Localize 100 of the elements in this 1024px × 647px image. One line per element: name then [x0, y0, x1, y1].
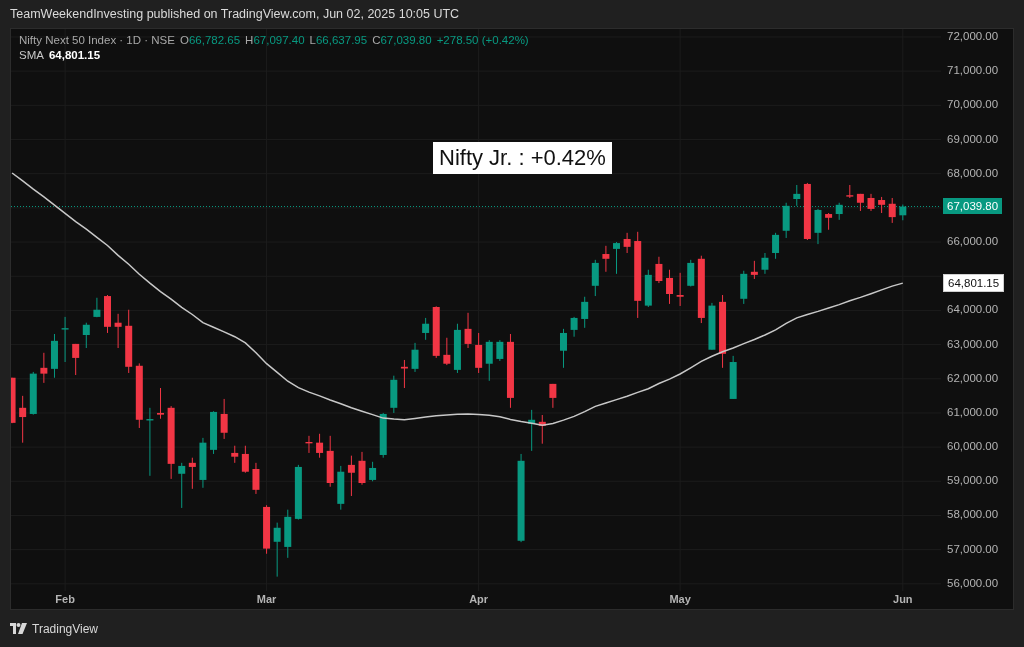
candlestick	[803, 182, 811, 241]
candlestick	[697, 255, 705, 324]
candlestick	[878, 196, 886, 214]
candlestick	[422, 317, 430, 341]
candlestick	[104, 294, 111, 334]
candlestick	[199, 437, 207, 489]
price-axis-label: 58,000.00	[947, 508, 999, 521]
candlestick	[740, 270, 748, 305]
price-axis-label: 66,000.00	[947, 235, 999, 248]
date-axis-label: Mar	[256, 593, 277, 605]
candlestick	[496, 339, 504, 362]
candlestick	[793, 184, 801, 207]
price-tag: 64,801.15	[943, 274, 1005, 293]
candlestick	[157, 387, 164, 420]
candlestick	[263, 504, 271, 555]
price-axis-label: 71,000.00	[947, 64, 999, 77]
price-axis-label: 62,000.00	[947, 371, 999, 384]
price-tag: 67,039.80	[943, 197, 1003, 214]
candlestick	[761, 252, 769, 275]
indicator-value: 64,801.15	[48, 49, 101, 61]
price-axis-label: 69,000.00	[947, 132, 999, 145]
price-axis-label: 56,000.00	[947, 576, 999, 589]
candlestick	[337, 465, 345, 511]
candlestick	[241, 445, 249, 474]
candlestick	[72, 343, 80, 376]
candlestick	[687, 259, 695, 287]
candlestick	[61, 316, 69, 363]
price-axis-label: 61,000.00	[947, 405, 999, 418]
candlestick	[305, 435, 313, 454]
ohlc-label: L	[309, 34, 316, 46]
candlestick	[443, 337, 451, 366]
candlestick	[581, 296, 589, 329]
ohlc-label: C	[372, 34, 381, 46]
candlestick	[326, 435, 334, 488]
candlestick	[93, 297, 101, 318]
candlestick	[570, 316, 578, 338]
candlestick	[485, 339, 493, 382]
candlestick	[623, 232, 631, 254]
candlestick	[273, 522, 281, 578]
candlestick	[772, 232, 780, 260]
candlestick	[602, 245, 610, 273]
candlestick	[11, 377, 16, 424]
candlestick	[549, 383, 557, 409]
candlestick	[284, 509, 292, 559]
candlestick	[846, 184, 854, 199]
candlestick	[188, 457, 196, 490]
candlestick	[125, 309, 133, 374]
candlestick	[899, 204, 907, 221]
candlestick	[390, 375, 398, 414]
ohlc-label: O	[179, 34, 189, 46]
price-axis-label: 64,000.00	[947, 303, 999, 316]
candlestick	[655, 256, 663, 284]
date-axis-label: May	[669, 593, 691, 605]
candlestick	[475, 332, 483, 374]
candlestick	[814, 208, 822, 245]
logo-icon	[10, 623, 27, 634]
date-axis-label: Feb	[55, 593, 75, 605]
candlestick	[888, 197, 896, 224]
candlestick	[358, 451, 366, 486]
date-axis-label: Apr	[469, 593, 489, 605]
price-axis-label: 57,000.00	[947, 542, 999, 555]
symbol-title: Nifty Next 50 Index · 1D · NSE	[19, 34, 175, 46]
candlestick	[676, 272, 684, 307]
candlestick	[40, 352, 48, 384]
candlestick	[856, 193, 864, 212]
indicator-name: SMA	[19, 49, 44, 61]
price-axis-label: 59,000.00	[947, 474, 999, 487]
candlestick	[29, 371, 37, 416]
ohlc-value: 66,782.65	[188, 34, 241, 46]
candlestick	[400, 359, 408, 389]
candlestick	[294, 464, 302, 521]
price-axis-label: 60,000.00	[947, 440, 999, 453]
candlestick	[135, 362, 143, 429]
candlestick	[825, 212, 833, 231]
candlestick	[835, 202, 843, 221]
candlestick	[538, 414, 546, 445]
candlestick	[369, 461, 377, 482]
candlestick	[708, 302, 716, 351]
ohlc-value: 67,097.40	[253, 34, 305, 46]
candlestick	[666, 269, 674, 305]
candlestick	[613, 241, 620, 275]
candlestick	[729, 355, 737, 400]
price-axis-label: 63,000.00	[947, 337, 999, 350]
candlestick	[379, 412, 387, 459]
candlestick	[528, 409, 536, 452]
candlestick	[220, 398, 228, 440]
ohlc-label: H	[245, 34, 254, 46]
candlestick	[19, 395, 27, 444]
candlestick	[560, 328, 567, 369]
brand-name: TradingView	[32, 621, 99, 636]
ohlc-value: 67,039.80	[380, 34, 432, 46]
candlestick	[782, 202, 790, 239]
candlestick	[82, 322, 90, 349]
candlestick	[231, 445, 239, 464]
change-value: +278.50 (+0.42%)	[436, 34, 529, 46]
price-axis-label: 68,000.00	[947, 166, 999, 179]
candlestick	[453, 323, 461, 374]
candlestick	[347, 455, 355, 497]
price-axis-label: 72,000.00	[947, 30, 999, 42]
annotation-label: Nifty Jr. : +0.42%	[433, 142, 612, 174]
